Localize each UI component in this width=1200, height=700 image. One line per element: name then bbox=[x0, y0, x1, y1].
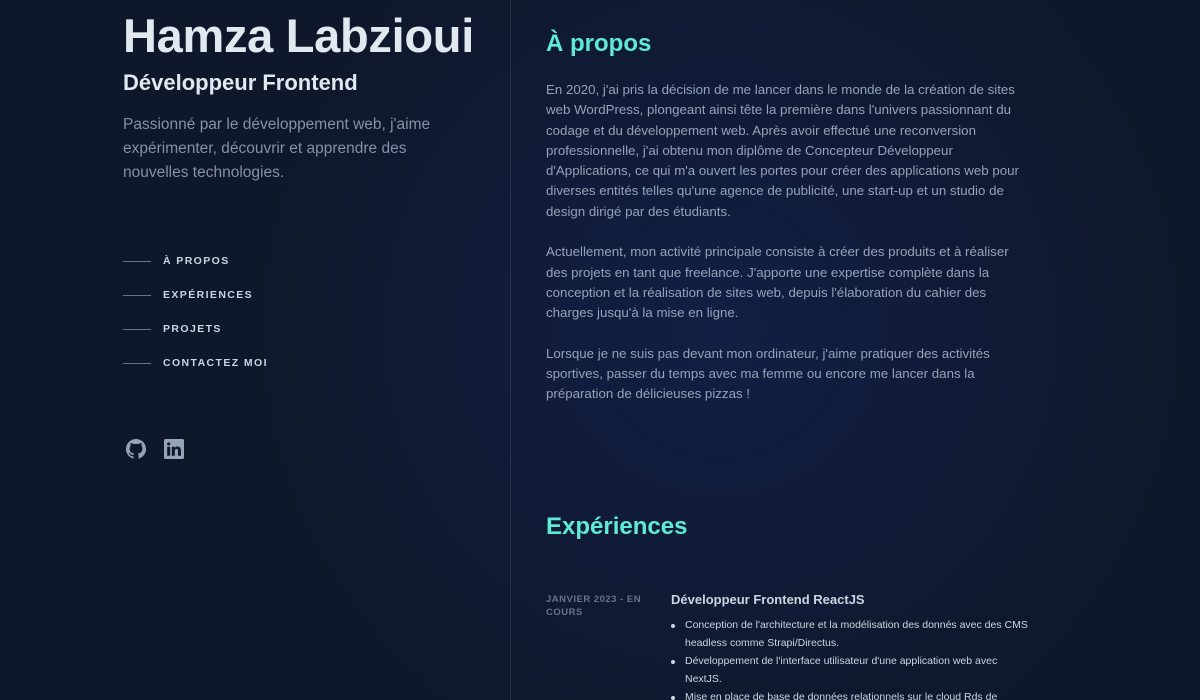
experience-title: Développeur Frontend ReactJS bbox=[671, 592, 865, 607]
about-heading: À propos bbox=[546, 30, 652, 57]
experience-bullet: Conception de l'architecture et la modél… bbox=[671, 617, 1031, 652]
experience-bullets: Conception de l'architecture et la modél… bbox=[671, 617, 1031, 700]
nav-label: EXPÉRIENCES bbox=[163, 289, 254, 301]
nav-indicator-line bbox=[123, 362, 151, 364]
experience-body: Développeur Frontend ReactJS Conception … bbox=[671, 592, 1031, 700]
column-divider bbox=[510, 0, 511, 700]
profile-name: Hamza Labzioui bbox=[123, 9, 474, 62]
nav-indicator-line bbox=[123, 294, 151, 296]
nav-item-about[interactable]: À PROPOS bbox=[123, 244, 268, 278]
github-icon[interactable] bbox=[125, 438, 147, 460]
experience-date: JANVIER 2023 - EN COURS bbox=[546, 594, 642, 618]
nav-indicator-line bbox=[123, 328, 151, 330]
social-links bbox=[125, 438, 185, 460]
nav-label: CONTACTEZ MOI bbox=[163, 357, 268, 369]
experience-card[interactable]: JANVIER 2023 - EN COURS Développeur Fron… bbox=[546, 592, 1032, 700]
nav-item-projects[interactable]: PROJETS bbox=[123, 312, 268, 346]
about-paragraph: Actuellement, mon activité principale co… bbox=[546, 244, 1009, 321]
section-nav: À PROPOS EXPÉRIENCES PROJETS CONTACTEZ M… bbox=[123, 244, 268, 380]
nav-indicator-line bbox=[123, 260, 151, 262]
profile-sidebar: Hamza Labzioui Développeur Frontend Pass… bbox=[123, 0, 503, 700]
nav-label: PROJETS bbox=[163, 323, 222, 335]
about-section: En 2020, j'ai pris la décision de me lan… bbox=[546, 80, 1032, 425]
nav-label: À PROPOS bbox=[163, 255, 230, 267]
profile-role: Développeur Frontend bbox=[123, 70, 358, 95]
experience-bullet: Développement de l'interface utilisateur… bbox=[671, 653, 1031, 688]
linkedin-icon[interactable] bbox=[163, 438, 185, 460]
about-paragraph: Lorsque je ne suis pas devant mon ordina… bbox=[546, 345, 990, 402]
experience-bullet: Mise en place de base de données relatio… bbox=[671, 689, 1031, 700]
nav-item-contact[interactable]: CONTACTEZ MOI bbox=[123, 346, 268, 380]
about-paragraph: En 2020, j'ai pris la décision de me lan… bbox=[546, 82, 1019, 219]
profile-tagline: Passionné par le développement web, j'ai… bbox=[123, 116, 431, 181]
experiences-heading: Expériences bbox=[546, 513, 688, 540]
nav-item-experiences[interactable]: EXPÉRIENCES bbox=[123, 278, 268, 312]
